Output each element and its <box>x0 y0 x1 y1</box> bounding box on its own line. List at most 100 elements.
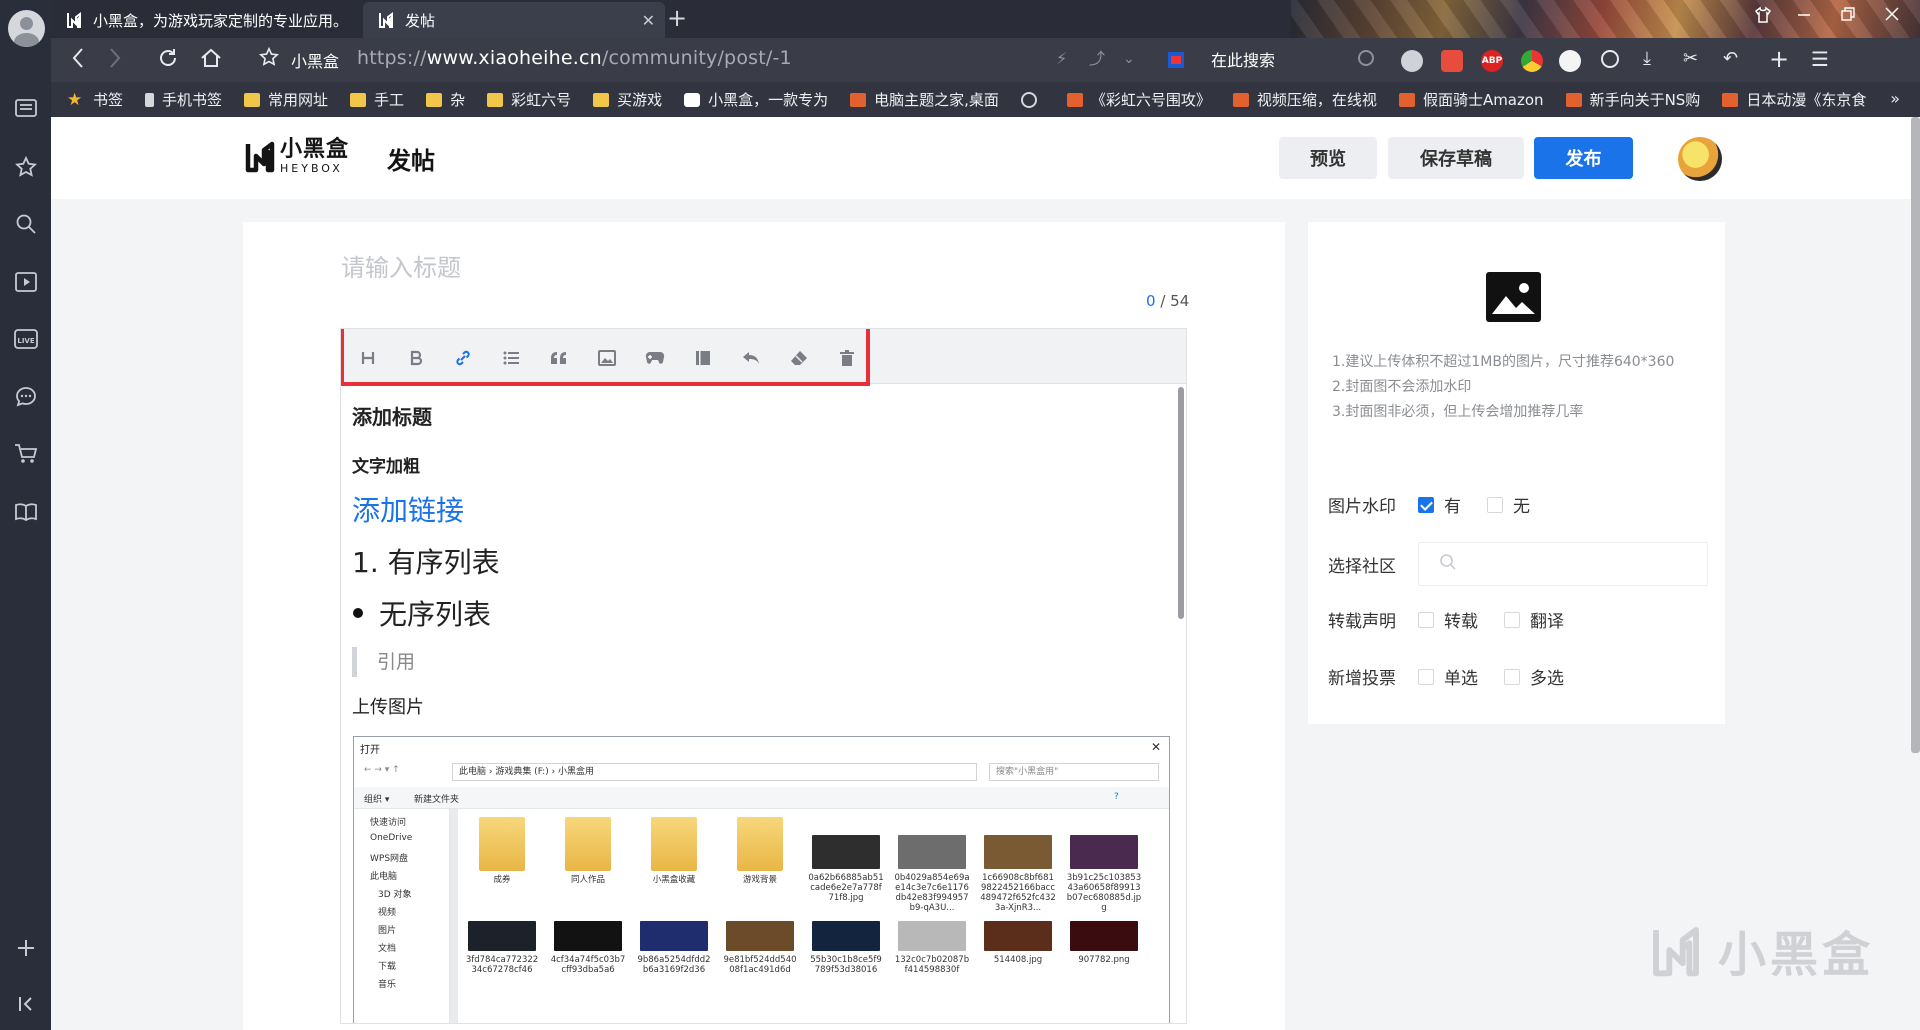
page-scrollbar[interactable] <box>1911 117 1920 753</box>
bookmark-item[interactable]: ★ 书签 <box>67 89 123 110</box>
search-icon <box>1440 554 1456 570</box>
dialog-file-item: 0b4029a854e69ae14c3e7c6e1176db42e83f9949… <box>894 817 970 913</box>
bookmark-item[interactable]: 假面骑士Amazon <box>1398 89 1544 110</box>
dialog-nav-item: 图片 <box>378 926 397 936</box>
tab-heybox-home[interactable]: 小黑盒，为游戏玩家定制的专业应用。 <box>51 2 361 38</box>
bookmark-item[interactable]: 手工 <box>350 89 404 110</box>
repost-option[interactable]: 转载 <box>1418 607 1478 632</box>
cart-icon[interactable] <box>10 438 41 469</box>
book-icon[interactable] <box>10 496 41 527</box>
bookmark-item[interactable]: 杂 <box>426 89 465 110</box>
dialog-nav-item: WPS网盘 <box>370 854 409 864</box>
home-icon[interactable] <box>200 47 222 75</box>
restore-icon[interactable] <box>1841 6 1855 25</box>
ghost-icon[interactable] <box>1401 50 1423 72</box>
cover-tips: 1.建议上传体积不超过1MB的图片，尺寸推荐640*360 2.封面图不会添加水… <box>1332 354 1675 420</box>
favorites-star-icon[interactable] <box>10 151 41 182</box>
checkbox[interactable] <box>1418 668 1434 685</box>
video-icon[interactable] <box>10 266 41 297</box>
watermark-yes-option[interactable]: 有 <box>1418 492 1461 517</box>
moon-icon[interactable] <box>1601 50 1619 68</box>
bookmark-item[interactable]: 彩虹六号 <box>487 89 571 110</box>
publish-button[interactable]: 发布 <box>1534 137 1633 179</box>
checkbox[interactable] <box>1487 496 1503 513</box>
logo-text-cn: 小黑盒 <box>280 136 350 162</box>
lightning-icon[interactable]: ⚡ <box>1056 47 1067 71</box>
bookmark-item[interactable]: 常用网址 <box>244 89 328 110</box>
checkbox[interactable] <box>1504 668 1520 685</box>
dialog-nav-item: 3D 对象 <box>378 890 412 900</box>
bookmark-item[interactable] <box>1020 91 1045 108</box>
single-choice-option[interactable]: 单选 <box>1418 664 1478 689</box>
bookmark-item[interactable]: 小黑盒，一款专为 <box>684 89 828 110</box>
title-input[interactable] <box>341 254 1181 282</box>
checkbox[interactable] <box>1504 611 1520 628</box>
chrome-icon[interactable] <box>1521 50 1543 72</box>
new-tab-plus-icon[interactable]: + <box>1769 47 1789 71</box>
eye-icon[interactable] <box>1559 50 1581 72</box>
search-icon[interactable] <box>10 208 41 239</box>
reload-icon[interactable] <box>157 47 179 75</box>
search-icon[interactable] <box>1358 50 1374 66</box>
undo-icon[interactable]: ↶ <box>1723 47 1738 71</box>
bookmarks-overflow-icon[interactable]: » <box>1890 89 1900 108</box>
minimize-icon[interactable] <box>1797 6 1811 25</box>
dialog-nav-scrollbar <box>450 809 458 1023</box>
checkbox-checked[interactable] <box>1418 496 1434 513</box>
close-window-icon[interactable] <box>1885 6 1899 25</box>
watermark-no-option[interactable]: 无 <box>1487 492 1530 517</box>
bookmark-item[interactable]: 新手向关于NS购 <box>1565 89 1700 110</box>
adblock-icon[interactable]: ABP <box>1481 50 1503 72</box>
add-icon[interactable] <box>10 932 41 963</box>
url-field[interactable]: https://www.xiaoheihe.cn/community/post/… <box>357 47 792 69</box>
dialog-nav-item: 视频 <box>378 908 397 918</box>
back-icon[interactable] <box>71 47 85 75</box>
bookmark-star-icon[interactable] <box>258 46 280 73</box>
preview-button[interactable]: 预览 <box>1279 137 1377 179</box>
file-name: 55b30c1b8ce5f9789f53d38016 <box>810 955 882 975</box>
heybox-logo[interactable]: 小黑盒 HEYBOX <box>244 138 349 174</box>
chat-icon[interactable] <box>10 381 41 412</box>
reading-list-icon[interactable] <box>10 92 41 123</box>
dialog-file-item: 9e81bf524dd54008f1ac491d6d <box>722 921 798 975</box>
dialog-file-item: 3b91c25c10385343a60658f89913b07ec680885d… <box>1066 817 1142 913</box>
highlight-box <box>341 329 870 386</box>
sample-link[interactable]: 添加链接 <box>352 489 1172 529</box>
scissors-icon[interactable]: ✂ <box>1683 47 1698 71</box>
chevron-down-icon[interactable]: ⌄ <box>1123 47 1135 71</box>
translate-option[interactable]: 翻译 <box>1504 607 1564 632</box>
live-icon[interactable]: LIVE <box>10 323 41 354</box>
bookmark-item[interactable]: 手机书签 <box>145 89 222 110</box>
gamepad-icon[interactable] <box>1441 50 1463 72</box>
bookmark-item[interactable]: 《彩虹六号围攻》 <box>1066 89 1211 110</box>
collapse-sidebar-icon[interactable] <box>10 988 41 1019</box>
new-tab-button[interactable]: + <box>667 4 687 32</box>
community-search-input[interactable] <box>1418 542 1708 586</box>
tab-post[interactable]: 发帖 ✕ <box>363 2 665 38</box>
bookmark-item[interactable]: 日本动漫《东京食 <box>1722 89 1866 110</box>
bookmark-item[interactable]: 电脑主题之家,桌面 <box>850 89 999 110</box>
dialog-file-item: 3fd784ca77232234c67278cf46 <box>464 921 540 975</box>
bookmark-item[interactable]: 买游戏 <box>593 89 662 110</box>
multi-choice-option[interactable]: 多选 <box>1504 664 1564 689</box>
embedded-file-dialog-image: 打开 ✕ ← → ▾ ↑ 此电脑 › 游戏典集 (F:) › 小黑盒用 搜索"小… <box>353 736 1170 1023</box>
bookmark-label: 日本动漫《东京食 <box>1746 91 1867 109</box>
share-icon[interactable]: ⤴ <box>1089 47 1105 71</box>
menu-icon[interactable]: ☰ <box>1811 47 1829 71</box>
checkbox[interactable] <box>1418 611 1434 628</box>
save-draft-button[interactable]: 保存草稿 <box>1388 137 1524 179</box>
tshirt-icon[interactable] <box>1754 6 1772 28</box>
close-tab-icon[interactable]: ✕ <box>642 11 655 30</box>
forward-icon[interactable] <box>108 47 122 75</box>
bookmark-item[interactable]: 视频压缩，在线视 <box>1232 89 1377 110</box>
user-avatar[interactable] <box>1678 137 1722 181</box>
cover-image-icon[interactable] <box>1486 272 1541 322</box>
search-box[interactable]: 在此搜索 <box>1211 47 1275 71</box>
bookmark-label: 杂 <box>450 91 466 109</box>
search-engine-icon[interactable] <box>1167 51 1185 75</box>
editor-scrollbar[interactable] <box>1178 387 1184 619</box>
editor-content[interactable]: 添加标题 文字加粗 添加链接 1. 有序列表 无序列表 引用 上传图片 <box>352 401 1172 719</box>
rich-text-editor[interactable]: 添加标题 文字加粗 添加链接 1. 有序列表 无序列表 引用 上传图片 打开 ✕… <box>340 328 1187 1024</box>
download-icon[interactable]: ⤓ <box>1643 47 1651 71</box>
profile-avatar[interactable] <box>8 10 45 47</box>
